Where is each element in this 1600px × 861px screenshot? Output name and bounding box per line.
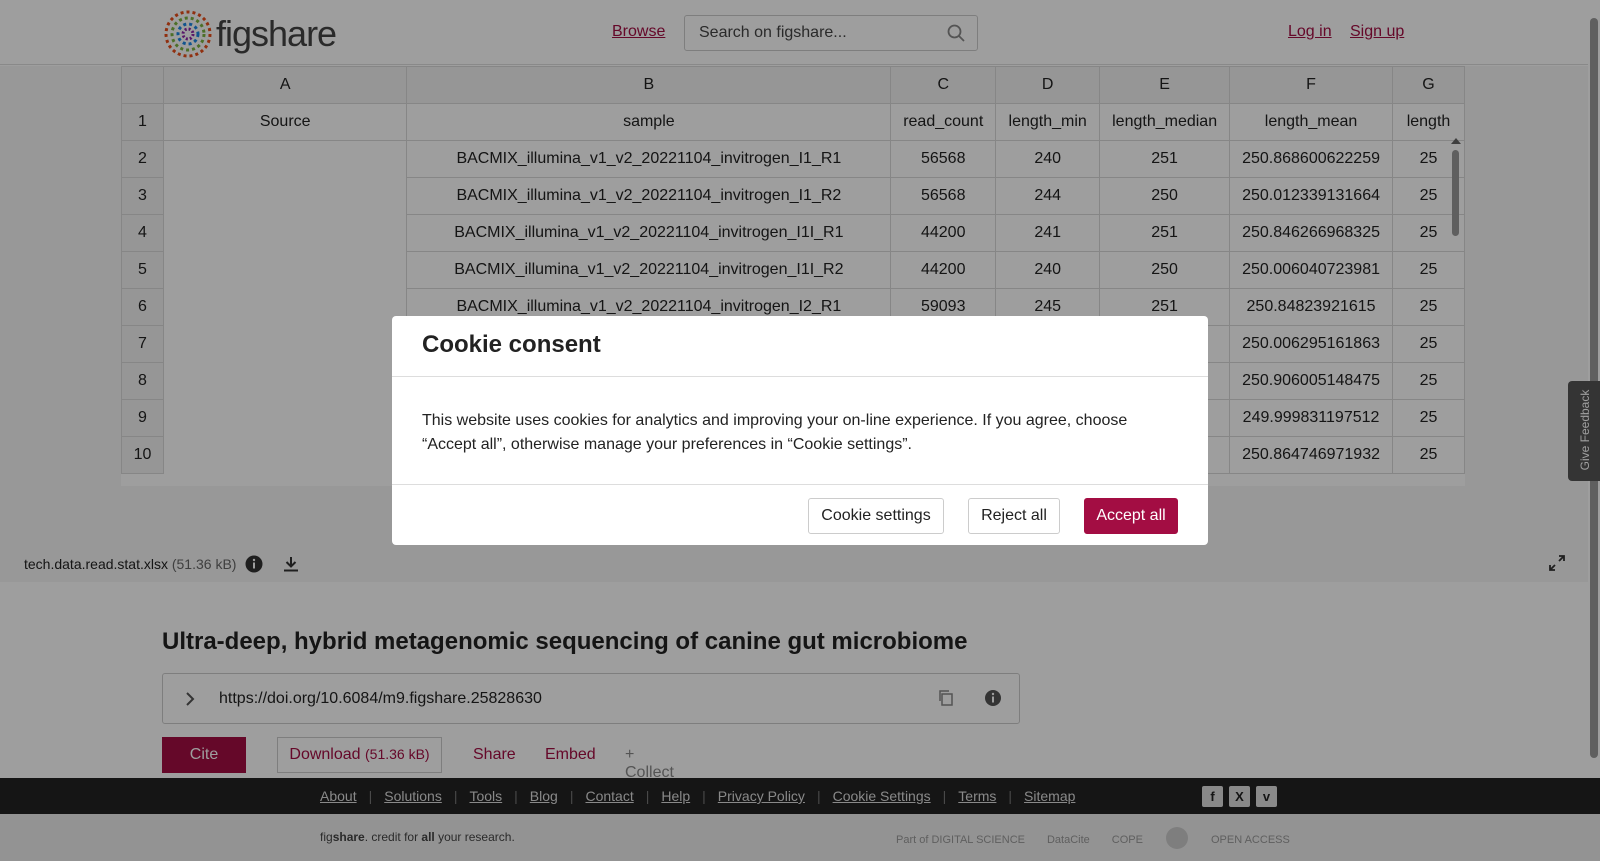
cookie-dialog-body: This website uses cookies for analytics …	[392, 377, 1208, 485]
reject-all-button[interactable]: Reject all	[968, 498, 1060, 534]
cookie-consent-dialog: Cookie consent This website uses cookies…	[392, 316, 1208, 545]
accept-all-button[interactable]: Accept all	[1084, 498, 1178, 534]
cookie-dialog-header: Cookie consent	[392, 316, 1208, 377]
cookie-settings-button[interactable]: Cookie settings	[808, 498, 944, 534]
cookie-dialog-title: Cookie consent	[422, 331, 601, 358]
cookie-dialog-footer: Cookie settings Reject all Accept all	[392, 485, 1208, 545]
